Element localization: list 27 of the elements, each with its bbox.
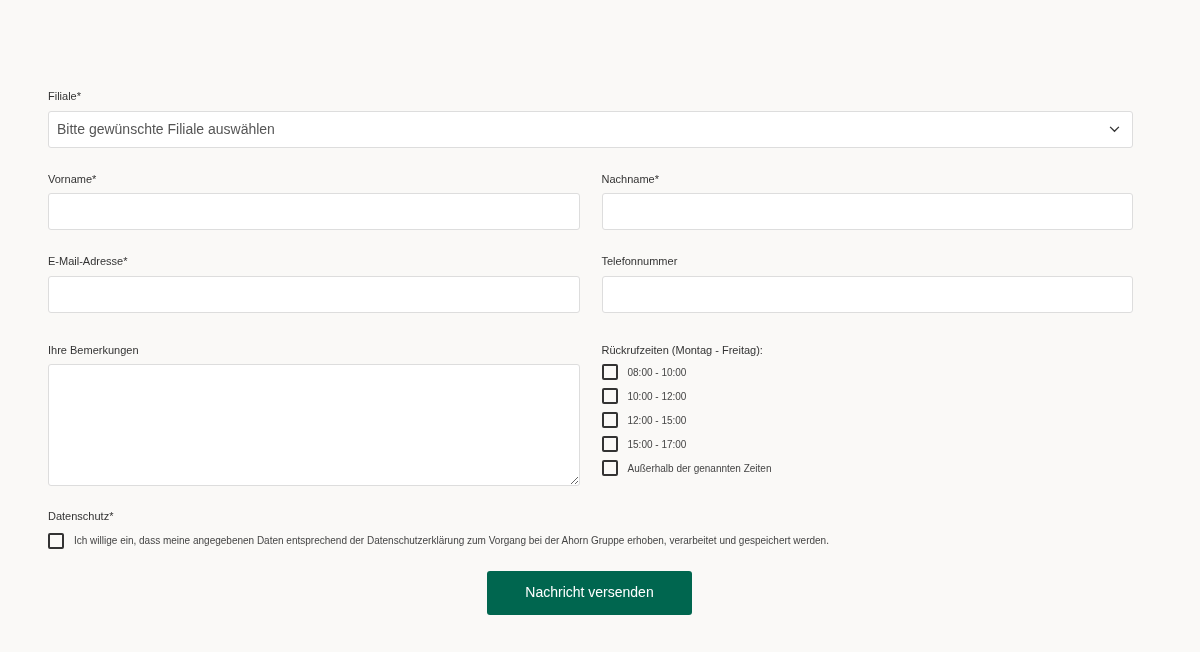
checkbox[interactable] xyxy=(601,388,618,404)
checkbox[interactable] xyxy=(601,364,618,380)
checkbox[interactable] xyxy=(48,532,64,549)
option-label: 08:00 - 10:00 xyxy=(627,365,687,380)
chevron-down-icon xyxy=(1109,125,1120,133)
submit-button[interactable]: Nachricht versenden xyxy=(487,570,692,615)
field-label: Telefonnummer xyxy=(601,254,679,269)
option-label: 12:00 - 15:00 xyxy=(627,413,687,428)
field-label: Datenschutz* xyxy=(48,509,115,524)
checkbox[interactable] xyxy=(601,412,618,428)
input-field[interactable] xyxy=(48,193,580,230)
option-label: 10:00 - 12:00 xyxy=(627,389,687,404)
input-field[interactable] xyxy=(601,193,1133,230)
field-label: E-Mail-Adresse* xyxy=(48,254,129,269)
input-field[interactable] xyxy=(48,275,580,313)
option-label: 15:00 - 17:00 xyxy=(627,437,687,452)
consent-text: Ich willige ein, dass meine angegebenen Daten entsprechend der Datenschutzerklärung zum Vorgang bei der Ahorn Gruppe erhoben, verarbeitet und gespeichert werden. xyxy=(74,534,829,548)
field-label: Rückrufzeiten (Montag - Freitag): xyxy=(601,342,764,358)
field-label: Filiale* xyxy=(48,89,82,104)
field-label: Vorname* xyxy=(48,171,98,187)
branch-select[interactable]: Bitte gewünschte Filiale auswählen xyxy=(48,110,1133,148)
field-label: Ihre Bemerkungen xyxy=(48,342,140,358)
option-label: Außerhalb der genannten Zeiten xyxy=(627,461,772,476)
input-field[interactable] xyxy=(601,275,1133,313)
field-label: Nachname* xyxy=(601,171,660,187)
checkbox[interactable] xyxy=(601,460,618,476)
checkbox[interactable] xyxy=(601,436,618,452)
